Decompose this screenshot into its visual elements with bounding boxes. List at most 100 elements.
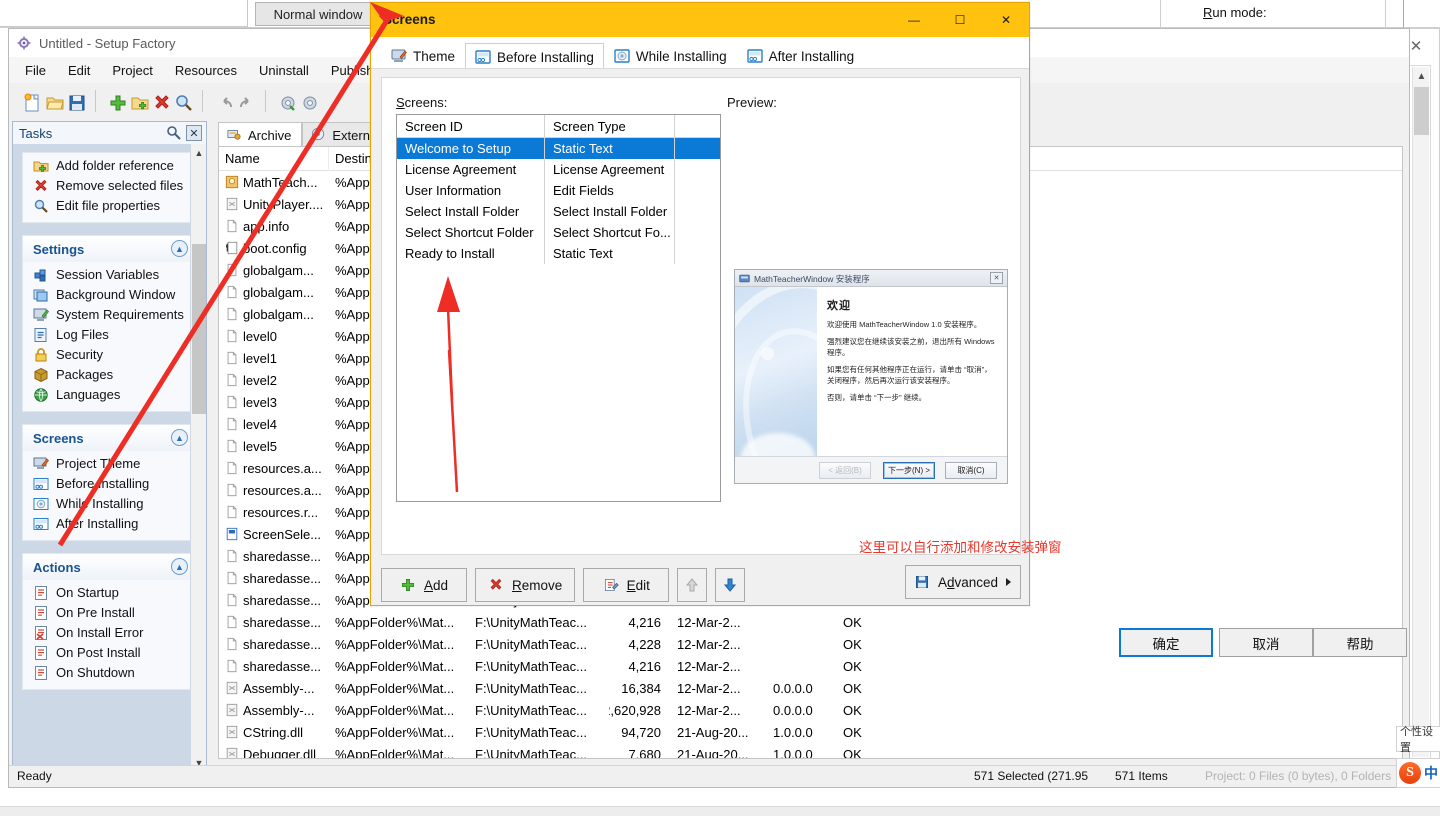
tab-after-installing[interactable]: After Installing [736,42,865,69]
table-row[interactable]: Assembly-... %AppFolder%\Mat... F:\UnityMa… [219,699,1402,721]
add-plus-icon [400,577,416,593]
table-row[interactable]: CString.dll %AppFolder%\Mat... F:\UnityMat… [219,721,1402,743]
tab-theme[interactable]: Theme [381,42,466,69]
remove-icon[interactable] [152,93,169,109]
task-item-while-installing[interactable]: While Installing [23,494,196,514]
menu-publish[interactable]: Publish [331,63,374,78]
task-item-background-window[interactable]: Background Window [23,285,196,305]
menu-edit[interactable]: Edit [68,63,90,78]
settings-icon[interactable] [300,93,317,110]
tasks-group-settings: Settings ▲ Session Variables Background Win… [22,235,197,412]
dialog-maximize-icon[interactable]: ☐ [937,3,983,37]
tab-archive[interactable]: Archive [218,122,303,147]
tasks-group-header-actions[interactable]: Actions ▲ [23,554,196,580]
cell-name-text: resources.r... [243,504,319,520]
menu-file[interactable]: File [25,63,46,78]
task-item-before-installing[interactable]: Before Installing [23,474,196,494]
cell-name-text: globalgam... [243,306,314,322]
chevron-up-icon[interactable]: ▲ [171,558,188,575]
task-item-system-requirements[interactable]: System Requirements [23,305,196,325]
move-up-button[interactable] [677,568,708,602]
sogou-logo-icon[interactable]: S [1399,762,1421,784]
task-item-session-variables[interactable]: Session Variables [23,265,196,285]
tab-while-installing[interactable]: While Installing [603,42,737,69]
dialog-close-icon[interactable]: ✕ [983,3,1029,37]
preview-banner-glow [741,433,815,457]
tasks-group-header-settings[interactable]: Settings ▲ [23,236,196,262]
advanced-button-label: Advanced [938,574,999,590]
preview-app-icon [739,273,750,284]
task-item-add-folder-reference[interactable]: Add folder reference [23,156,196,176]
bg-scroll-up-icon[interactable]: ▲ [1413,67,1430,85]
chevron-up-icon[interactable]: ▲ [171,240,188,257]
dialog-minimize-icon[interactable]: — [891,3,937,37]
ime-toolbar[interactable]: S 中 [1396,758,1440,788]
task-item-project-theme[interactable]: Project Theme [23,454,196,474]
table-row[interactable]: Assembly-... %AppFolder%\Mat... F:\UnityMa… [219,677,1402,699]
preview-title: MathTeacherWindow 安装程序 [754,274,870,284]
task-item-on-startup[interactable]: On Startup [23,583,196,603]
task-item-on-install-error[interactable]: On Install Error [23,623,196,643]
tasks-scroll-up-icon[interactable]: ▲ [191,144,207,161]
screen-list-item[interactable]: Select Install Folder Select Install Fold… [397,201,720,222]
cancel-button[interactable]: 取消 [1219,628,1313,657]
bg-scroll-thumb[interactable] [1414,87,1429,135]
chevron-up-icon[interactable]: ▲ [171,429,188,446]
menu-project[interactable]: Project [112,63,152,78]
ok-button[interactable]: 确定 [1119,628,1213,657]
screen-type-cell: Edit Fields [545,180,675,201]
screen-list-item[interactable]: License Agreement License Agreement [397,159,720,180]
move-down-button[interactable] [715,568,746,602]
screen-list-item[interactable]: Ready to Install Static Text [397,243,720,264]
advanced-button[interactable]: Advanced [905,565,1021,599]
menu-uninstall[interactable]: Uninstall [259,63,309,78]
task-item-remove-selected-files[interactable]: Remove selected files [23,176,196,196]
properties-icon[interactable] [174,93,192,111]
normal-window-tab[interactable]: Normal window [255,2,381,26]
cell-name-text: globalgam... [243,284,314,300]
screens-col-id[interactable]: Screen ID [397,115,545,138]
help-button[interactable]: 帮助 [1313,628,1407,657]
undo-icon[interactable] [215,93,232,109]
task-item-log-files[interactable]: Log Files [23,325,196,345]
screen-list-item[interactable]: Welcome to Setup Static Text [397,138,720,159]
task-item-on-pre-install[interactable]: On Pre Install [23,603,196,623]
add-button[interactable]: Add [381,568,467,602]
task-item-on-shutdown[interactable]: On Shutdown [23,663,196,683]
ime-mode-label[interactable]: 中 [1424,763,1438,783]
add-files-icon[interactable] [108,93,126,111]
menu-resources[interactable]: Resources [175,63,237,78]
task-item-label: System Requirements [56,307,184,322]
screens-list[interactable]: Screen ID Screen Type Welcome to Setup St… [396,114,721,502]
tasks-scroll-thumb[interactable] [192,244,206,414]
table-row[interactable]: Debugger.dll %AppFolder%\Mat... F:\UnityMa… [219,743,1402,758]
screen-type-cell: Static Text [545,243,675,264]
tasks-scrollbar[interactable]: ▲ ▼ [190,144,206,771]
add-folder-icon[interactable] [130,93,149,110]
screen-list-item[interactable]: User Information Edit Fields [397,180,720,201]
top-blank-tab[interactable] [0,0,248,27]
ime-settings-bar[interactable]: 个性设置 [1396,726,1440,754]
task-item-on-post-install[interactable]: On Post Install [23,643,196,663]
tasks-close-icon[interactable]: ✕ [186,125,202,141]
save-project-icon[interactable] [67,93,85,111]
task-item-after-installing[interactable]: After Installing [23,514,196,534]
remove-button[interactable]: Remove [475,568,576,602]
bg-scrollbar[interactable]: ▲ ▼ [1412,67,1429,757]
tab-before-installing[interactable]: Before Installing [465,43,604,70]
redo-icon[interactable] [237,93,253,109]
task-item-security[interactable]: Security [23,345,196,365]
new-project-icon[interactable] [23,93,39,112]
screen-list-item[interactable]: Select Shortcut Folder Select Shortcut Fo… [397,222,720,243]
pin-icon[interactable] [166,125,182,141]
tasks-group-header-screens[interactable]: Screens ▲ [23,425,196,451]
task-item-edit-file-properties[interactable]: Edit file properties [23,196,196,216]
edit-button[interactable]: Edit [583,568,670,602]
task-item-packages[interactable]: Packages [23,365,196,385]
build-icon[interactable] [278,93,295,111]
col-name[interactable]: Name [219,147,329,171]
open-project-icon[interactable] [45,93,64,110]
screens-col-type[interactable]: Screen Type [545,115,675,138]
remove-x-icon [488,577,504,593]
task-item-languages[interactable]: Languages [23,385,196,405]
